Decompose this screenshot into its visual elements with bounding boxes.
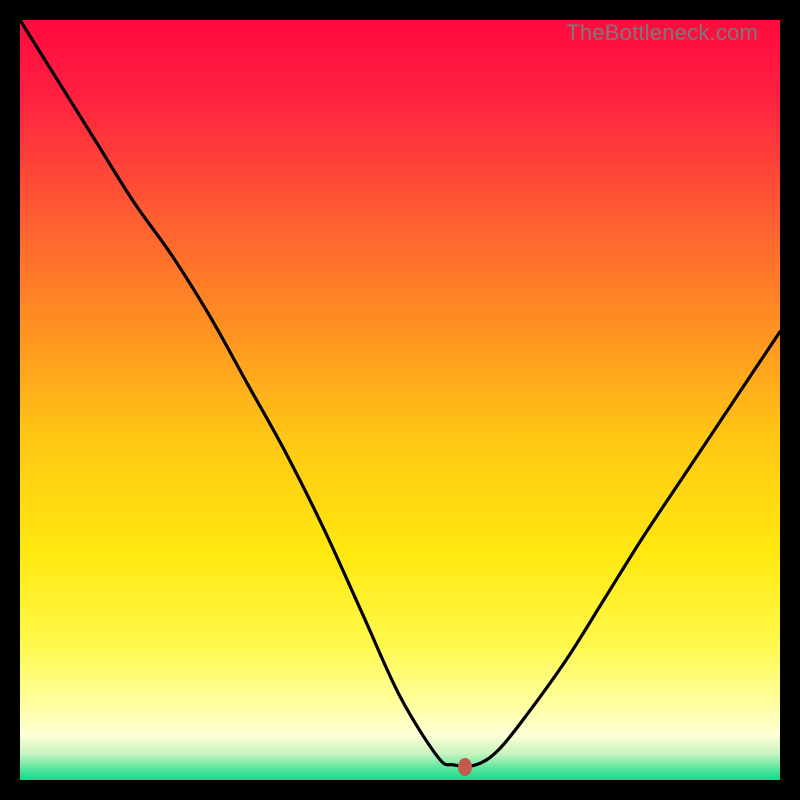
- bottleneck-curve: [20, 20, 780, 780]
- chart-frame: TheBottleneck.com: [20, 20, 780, 780]
- optimal-point-marker: [458, 758, 472, 776]
- watermark-text: TheBottleneck.com: [566, 20, 758, 46]
